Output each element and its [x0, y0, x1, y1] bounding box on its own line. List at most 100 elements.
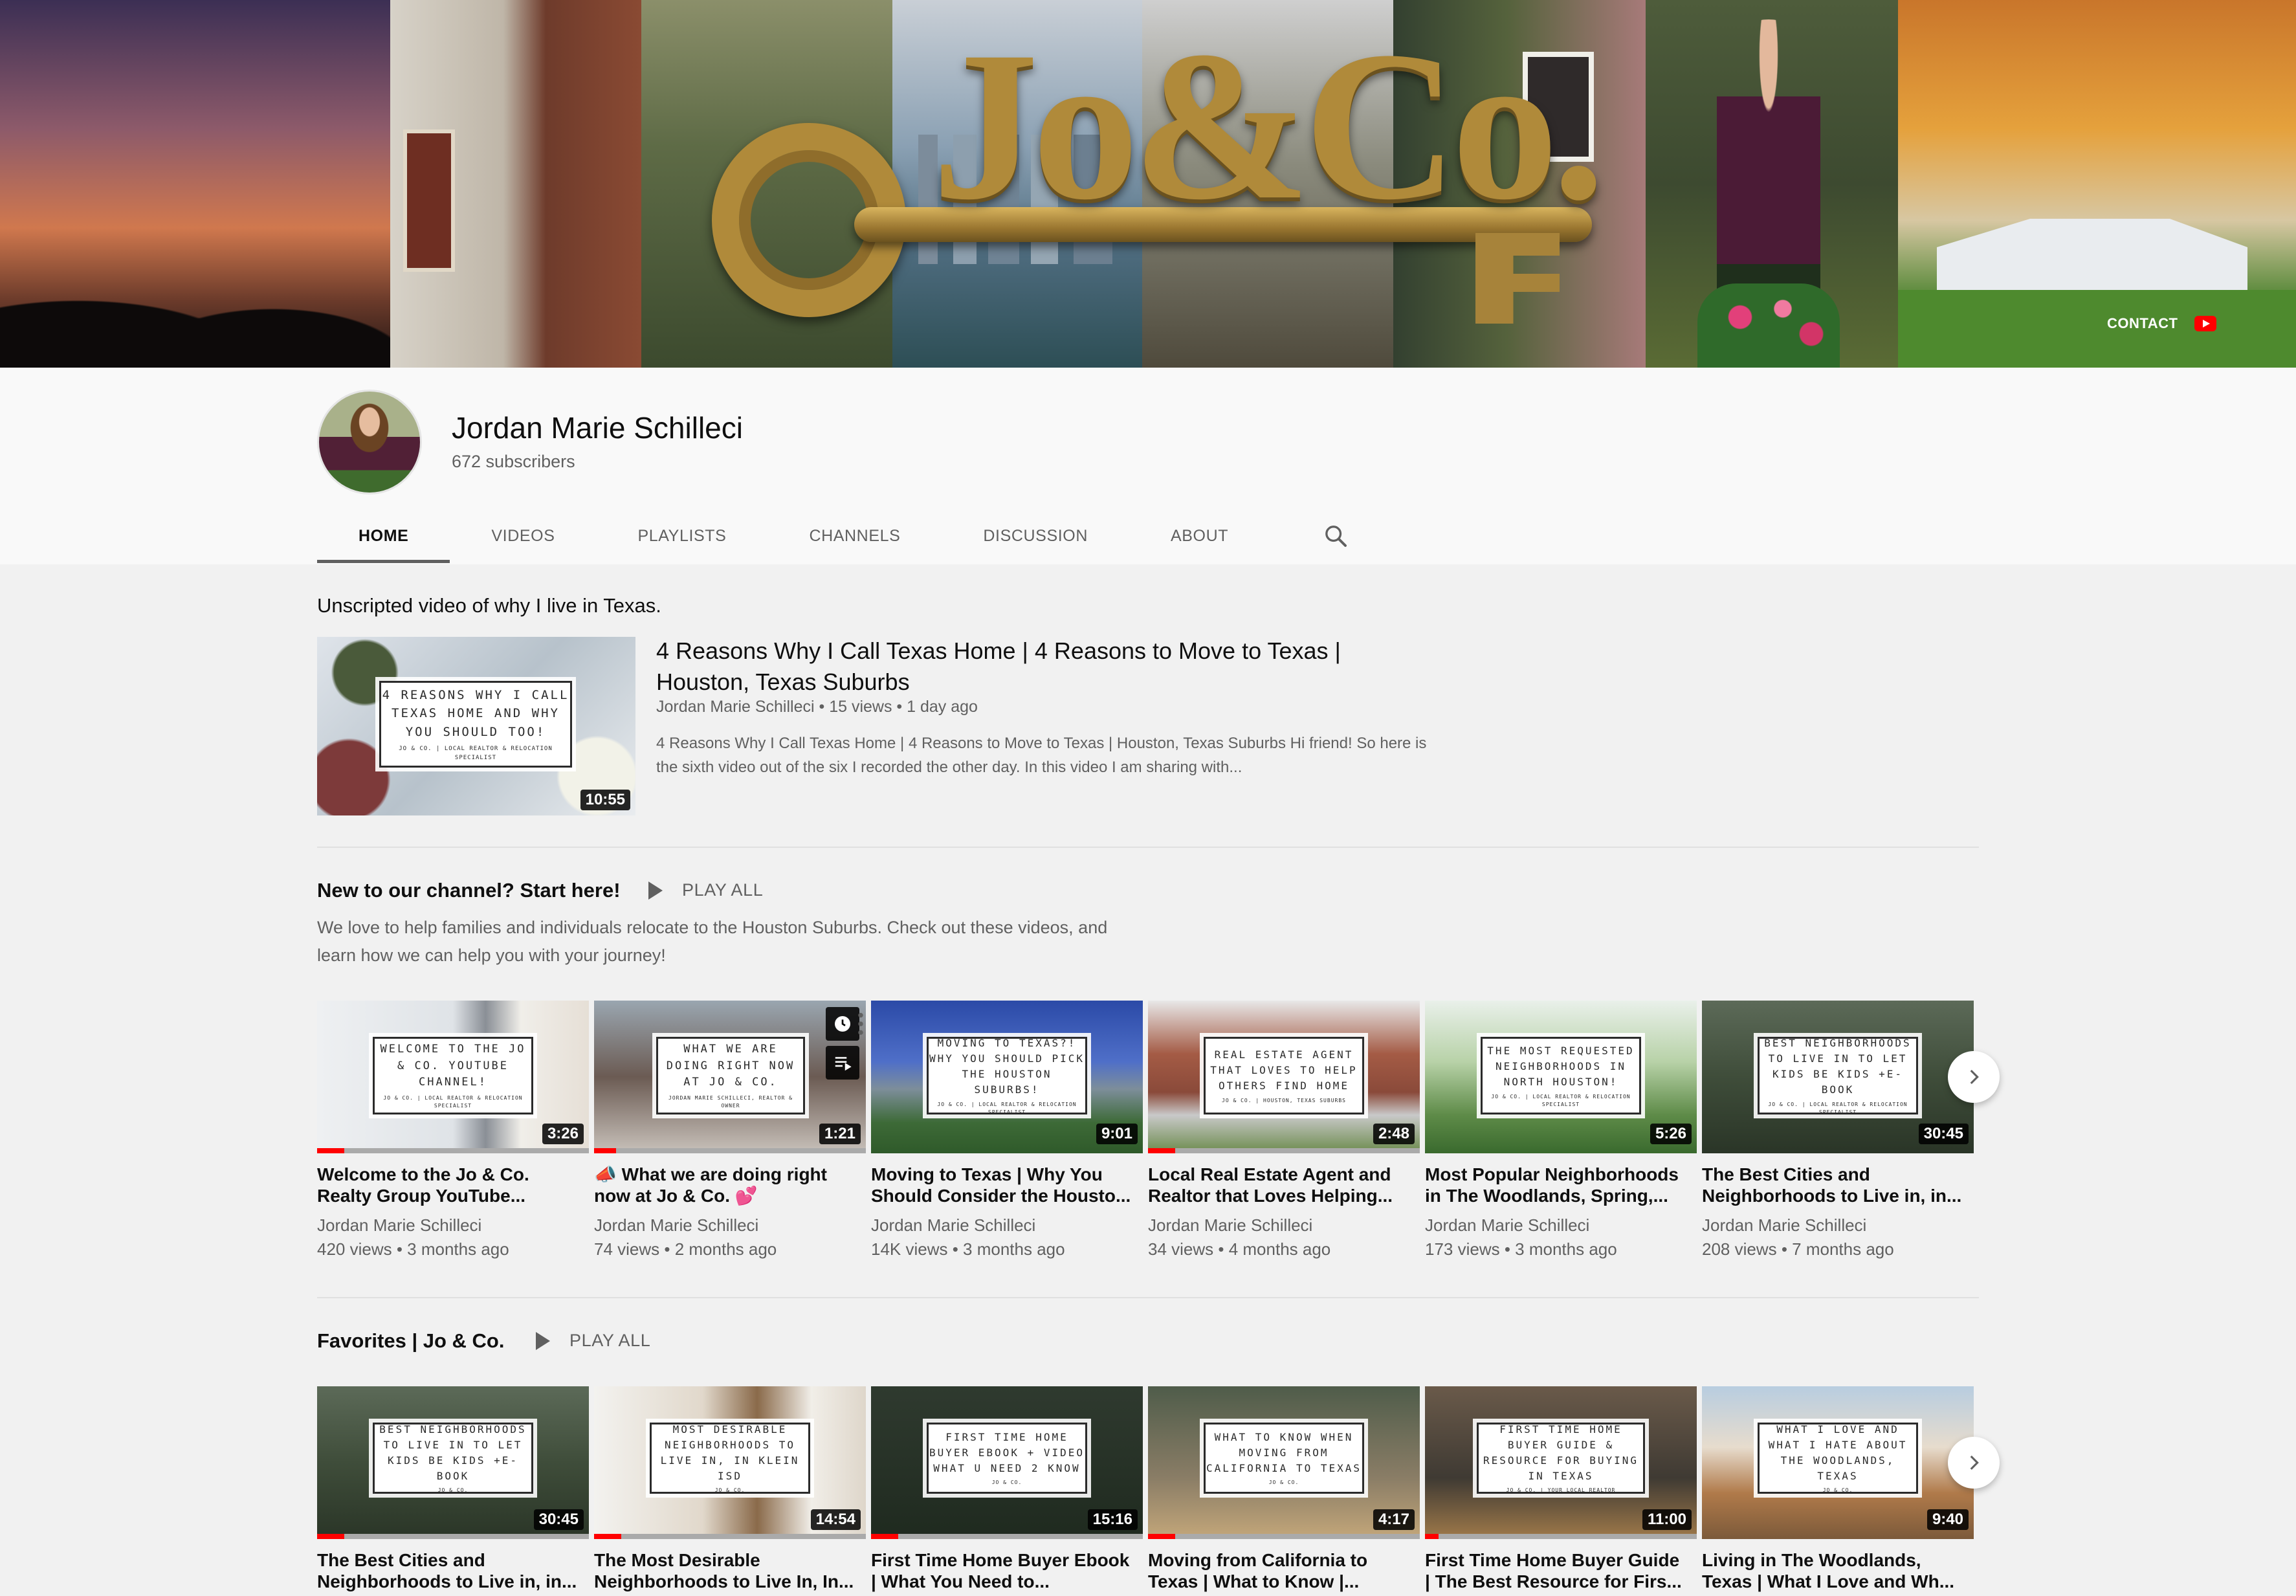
banner-panel-sunset — [0, 0, 390, 368]
thumbnail-subtext: JO & CO. — [991, 1480, 1022, 1485]
chevron-right-icon — [1970, 1455, 1979, 1470]
watch-progress — [1148, 1148, 1420, 1153]
video-card[interactable]: WHAT I LOVE AND WHAT I HATE ABOUT THE WO… — [1702, 1386, 1974, 1592]
more-actions-icon[interactable] — [854, 1011, 867, 1037]
video-thumbnail[interactable]: FIRST TIME HOME BUYER EBOOK + VIDEO WHAT… — [871, 1386, 1143, 1539]
video-card[interactable]: THE MOST REQUESTED NEIGHBORHOODS IN NORT… — [1425, 1001, 1697, 1259]
thumbnail-title-card: BEST NEIGHBORHOODS TO LIVE IN TO LET KID… — [1754, 1033, 1922, 1118]
shelf-next-button[interactable] — [1948, 1437, 2000, 1489]
video-title[interactable]: Most Popular Neighborhoods in The Woodla… — [1425, 1164, 1697, 1206]
video-thumbnail[interactable]: WHAT TO KNOW WHEN MOVING FROM CALIFORNIA… — [1148, 1386, 1420, 1539]
video-title[interactable]: The Best Cities and Neighborhoods to Liv… — [1702, 1164, 1974, 1206]
thumbnail-subtext: JO & CO. | YOUR LOCAL REALTOR — [1506, 1487, 1616, 1493]
video-duration: 14:54 — [810, 1509, 861, 1530]
video-channel[interactable]: Jordan Marie Schilleci — [1702, 1215, 1974, 1236]
video-card[interactable]: FIRST TIME HOME BUYER GUIDE & RESOURCE F… — [1425, 1386, 1697, 1592]
search-icon — [1325, 526, 1347, 547]
video-channel[interactable]: Jordan Marie Schilleci — [1148, 1215, 1420, 1236]
banner-contact-link[interactable]: CONTACT — [2107, 315, 2217, 332]
video-title[interactable]: The Best Cities and Neighborhoods to Liv… — [317, 1549, 589, 1592]
video-card[interactable]: BEST NEIGHBORHOODS TO LIVE IN TO LET KID… — [317, 1386, 589, 1592]
subscriber-count: 672 subscribers — [452, 452, 575, 471]
video-title[interactable]: First Time Home Buyer Guide | The Best R… — [1425, 1549, 1697, 1592]
video-thumbnail[interactable]: THE MOST REQUESTED NEIGHBORHOODS IN NORT… — [1425, 1001, 1697, 1153]
video-duration: 3:26 — [542, 1124, 584, 1144]
shelf-title[interactable]: New to our channel? Start here! — [317, 879, 621, 902]
video-thumbnail[interactable]: MOST DESIRABLE NEIGHBORHOODS TO LIVE IN,… — [594, 1386, 866, 1539]
thumbnail-title-card: WHAT WE ARE DOING RIGHT NOW AT JO & CO. … — [652, 1033, 809, 1118]
video-thumbnail[interactable]: FIRST TIME HOME BUYER GUIDE & RESOURCE F… — [1425, 1386, 1697, 1539]
shelf-description: We love to help families and individuals… — [317, 918, 1108, 965]
tab-videos[interactable]: VIDEOS — [450, 509, 596, 563]
clock-icon — [835, 1016, 850, 1032]
video-title[interactable]: 📣 What we are doing right now at Jo & Co… — [594, 1164, 866, 1206]
video-thumbnail[interactable]: WELCOME TO THE JO & CO. YOUTUBE CHANNEL!… — [317, 1001, 589, 1153]
video-title[interactable]: Moving from California to Texas | What t… — [1148, 1549, 1420, 1592]
video-card[interactable]: REAL ESTATE AGENT THAT LOVES TO HELP OTH… — [1148, 1001, 1420, 1259]
video-title[interactable]: The Most Desirable Neighborhoods to Live… — [594, 1549, 866, 1592]
thumbnail-subtext: JO & CO. | HOUSTON, TEXAS SUBURBS — [1222, 1097, 1346, 1103]
thumbnail-title-card: 4 REASONS WHY I CALL TEXAS HOME AND WHY … — [375, 677, 576, 771]
video-card[interactable]: FIRST TIME HOME BUYER EBOOK + VIDEO WHAT… — [871, 1386, 1143, 1592]
video-duration: 9:01 — [1096, 1124, 1138, 1144]
tab-playlists[interactable]: PLAYLISTS — [596, 509, 767, 563]
featured-video-title[interactable]: 4 Reasons Why I Call Texas Home | 4 Reas… — [656, 636, 1355, 698]
video-thumbnail[interactable]: BEST NEIGHBORHOODS TO LIVE IN TO LET KID… — [1702, 1001, 1974, 1153]
thumbnail-text: WELCOME TO THE JO & CO. YOUTUBE CHANNEL! — [380, 1043, 526, 1089]
play-icon — [648, 881, 663, 900]
thumbnail-text: BEST NEIGHBORHOODS TO LIVE IN TO LET KID… — [1764, 1036, 1912, 1096]
video-channel[interactable]: Jordan Marie Schilleci — [317, 1215, 589, 1236]
channel-search-button[interactable] — [1308, 509, 1363, 563]
video-title[interactable]: Welcome to the Jo & Co. Realty Group You… — [317, 1164, 589, 1206]
add-to-queue-button[interactable] — [826, 1046, 859, 1080]
shelf-title[interactable]: Favorites | Jo & Co. — [317, 1329, 504, 1353]
play-all-button[interactable]: PLAY ALL — [648, 880, 763, 900]
play-all-label: PLAY ALL — [682, 880, 764, 900]
featured-video-meta: Jordan Marie Schilleci • 15 views • 1 da… — [656, 698, 978, 716]
thumbnail-text: FIRST TIME HOME BUYER GUIDE & RESOURCE F… — [1483, 1423, 1639, 1482]
channel-tabs: HOME VIDEOS PLAYLISTS CHANNELS DISCUSSIO… — [317, 509, 1363, 563]
watch-progress — [1425, 1534, 1697, 1539]
banner-panel-house-door — [390, 0, 641, 368]
thumbnail-text: MOVING TO TEXAS?! WHY YOU SHOULD PICK TH… — [929, 1036, 1085, 1096]
featured-video-thumbnail[interactable]: 4 REASONS WHY I CALL TEXAS HOME AND WHY … — [317, 637, 635, 815]
video-channel[interactable]: Jordan Marie Schilleci — [1425, 1215, 1697, 1236]
video-channel[interactable]: Jordan Marie Schilleci — [871, 1215, 1143, 1236]
video-card[interactable]: WHAT WE ARE DOING RIGHT NOW AT JO & CO. … — [594, 1001, 866, 1259]
queue-icon — [835, 1057, 852, 1071]
play-all-button[interactable]: PLAY ALL — [536, 1331, 650, 1351]
play-icon — [536, 1331, 550, 1350]
video-thumbnail[interactable]: REAL ESTATE AGENT THAT LOVES TO HELP OTH… — [1148, 1001, 1420, 1153]
thumbnail-title-card: WHAT TO KNOW WHEN MOVING FROM CALIFORNIA… — [1200, 1419, 1368, 1498]
tab-about[interactable]: ABOUT — [1129, 509, 1270, 563]
video-card[interactable]: MOST DESIRABLE NEIGHBORHOODS TO LIVE IN,… — [594, 1386, 866, 1592]
watch-progress — [594, 1534, 866, 1539]
video-duration: 9:40 — [1926, 1509, 1969, 1530]
tab-home[interactable]: HOME — [317, 509, 450, 563]
video-meta: 74 views • 2 months ago — [594, 1239, 777, 1259]
video-duration: 4:17 — [1373, 1509, 1415, 1530]
video-title[interactable]: First Time Home Buyer Ebook | What You N… — [871, 1549, 1143, 1592]
thumbnail-subtext: JO & CO. — [714, 1487, 745, 1493]
channel-avatar[interactable] — [317, 390, 422, 494]
video-thumbnail[interactable]: BEST NEIGHBORHOODS TO LIVE IN TO LET KID… — [317, 1386, 589, 1539]
thumbnail-title-card: MOST DESIRABLE NEIGHBORHOODS TO LIVE IN,… — [646, 1419, 814, 1498]
thumbnail-subtext: JORDAN MARIE SCHILLECI, REALTOR & OWNER — [668, 1094, 793, 1109]
tab-discussion[interactable]: DISCUSSION — [942, 509, 1129, 563]
video-card[interactable]: WHAT TO KNOW WHEN MOVING FROM CALIFORNIA… — [1148, 1386, 1420, 1592]
video-card[interactable]: MOVING TO TEXAS?! WHY YOU SHOULD PICK TH… — [871, 1001, 1143, 1259]
video-title[interactable]: Local Real Estate Agent and Realtor that… — [1148, 1164, 1420, 1206]
video-thumbnail[interactable]: WHAT I LOVE AND WHAT I HATE ABOUT THE WO… — [1702, 1386, 1974, 1539]
video-title[interactable]: Moving to Texas | Why You Should Conside… — [871, 1164, 1143, 1206]
shelf-next-button[interactable] — [1948, 1051, 2000, 1103]
video-card[interactable]: BEST NEIGHBORHOODS TO LIVE IN TO LET KID… — [1702, 1001, 1974, 1259]
thumbnail-subtext: JO & CO. | LOCAL REALTOR & RELOCATION SP… — [1491, 1093, 1631, 1107]
video-title[interactable]: Living in The Woodlands, Texas | What I … — [1702, 1549, 1974, 1592]
watch-progress — [317, 1534, 589, 1539]
video-thumbnail[interactable]: WHAT WE ARE DOING RIGHT NOW AT JO & CO. … — [594, 1001, 866, 1153]
video-card[interactable]: WELCOME TO THE JO & CO. YOUTUBE CHANNEL!… — [317, 1001, 589, 1259]
tab-channels[interactable]: CHANNELS — [767, 509, 942, 563]
thumbnail-text: BEST NEIGHBORHOODS TO LIVE IN TO LET KID… — [379, 1423, 527, 1482]
video-channel[interactable]: Jordan Marie Schilleci — [594, 1215, 866, 1236]
video-thumbnail[interactable]: MOVING TO TEXAS?! WHY YOU SHOULD PICK TH… — [871, 1001, 1143, 1153]
